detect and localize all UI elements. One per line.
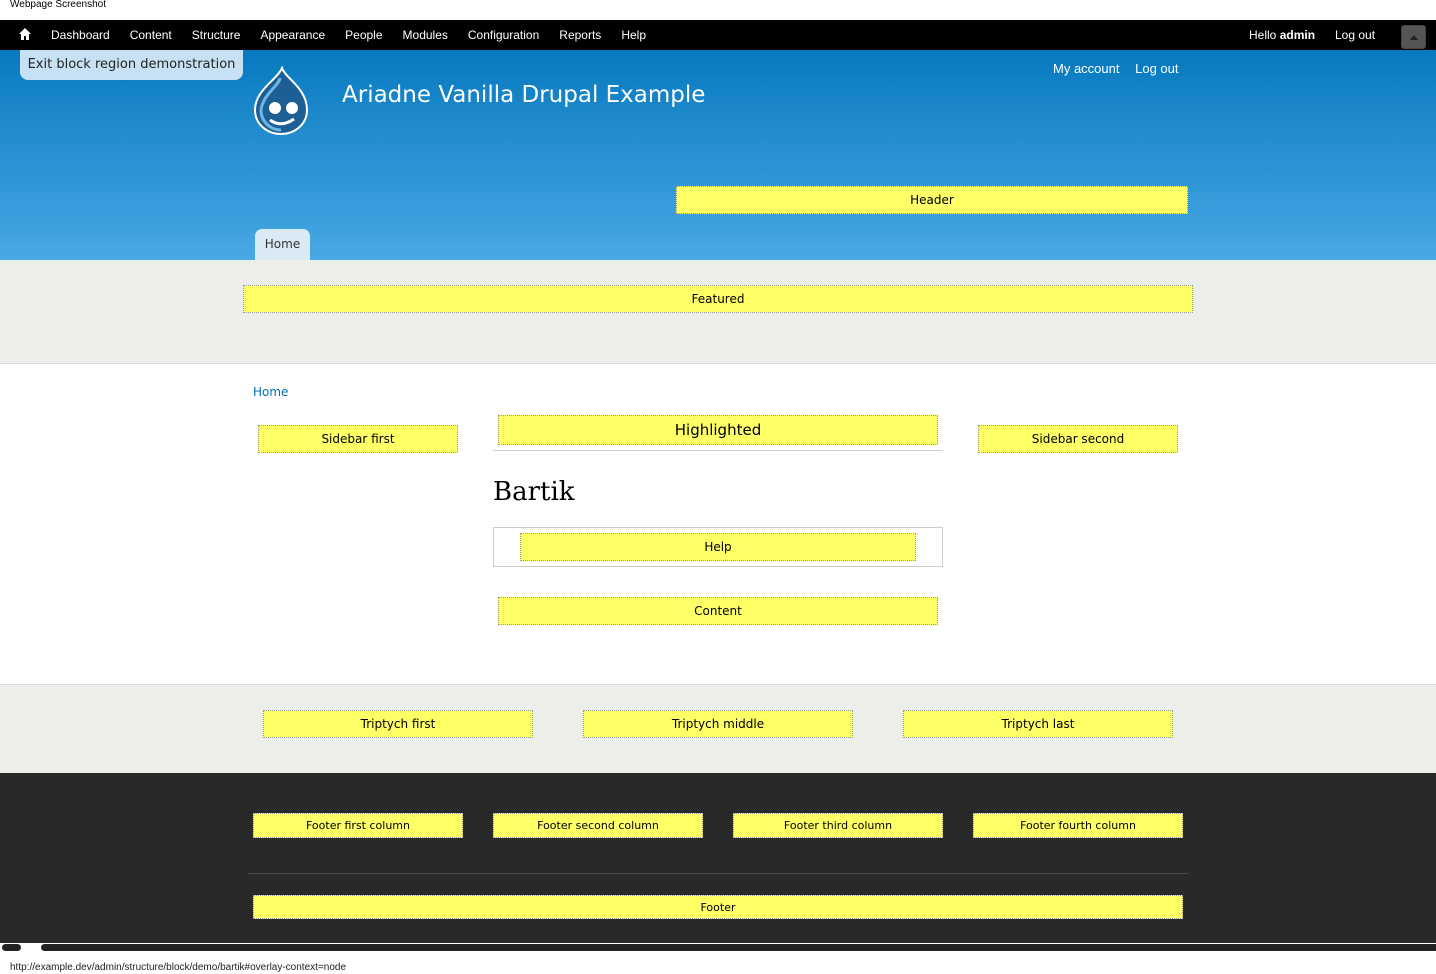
secondary-menu: My account Log out <box>1053 61 1190 76</box>
breadcrumb-home-link[interactable]: Home <box>253 385 288 399</box>
toolbar-menu: Dashboard Content Structure Appearance P… <box>41 20 656 50</box>
toolbar-item-structure[interactable]: Structure <box>182 28 251 42</box>
my-account-link[interactable]: My account <box>1053 61 1119 76</box>
toolbar-item-configuration[interactable]: Configuration <box>458 28 549 42</box>
main-menu-home-tab[interactable]: Home <box>255 229 310 260</box>
region-triptych-last: Triptych last <box>903 710 1173 738</box>
admin-toolbar: Dashboard Content Structure Appearance P… <box>0 20 1436 50</box>
region-footer-fourth-column: Footer fourth column <box>973 813 1183 838</box>
toolbar-item-modules[interactable]: Modules <box>393 28 458 42</box>
main-content-band <box>0 364 1436 684</box>
region-content: Content <box>498 597 938 625</box>
footer-divider <box>248 873 1188 874</box>
toolbar-drawer-toggle[interactable] <box>1401 25 1426 49</box>
logout-link[interactable]: Log out <box>1135 61 1178 76</box>
toolbar-item-content[interactable]: Content <box>120 28 182 42</box>
status-bar-url: http://example.dev/admin/structure/block… <box>10 962 347 973</box>
username-link[interactable]: admin <box>1280 28 1315 42</box>
user-greeting: Hello admin <box>1249 20 1315 50</box>
region-footer-second-column: Footer second column <box>493 813 703 838</box>
toolbar-logout-link[interactable]: Log out <box>1335 20 1375 50</box>
region-header: Header <box>676 186 1188 214</box>
exit-block-demo-button[interactable]: Exit block region demonstration <box>20 50 243 80</box>
toolbar-item-reports[interactable]: Reports <box>549 28 611 42</box>
scrollbar-thumb[interactable] <box>41 944 1436 951</box>
drupal-logo-icon[interactable] <box>249 66 313 136</box>
highlighted-divider <box>493 450 943 451</box>
region-footer-third-column: Footer third column <box>733 813 943 838</box>
region-help: Help <box>520 533 916 561</box>
greeting-prefix: Hello <box>1249 28 1280 42</box>
region-footer-first-column: Footer first column <box>253 813 463 838</box>
window-caption: Webpage Screenshot <box>0 0 1436 20</box>
site-name[interactable]: Ariadne Vanilla Drupal Example <box>342 82 705 108</box>
region-triptych-middle: Triptych middle <box>583 710 853 738</box>
toolbar-item-appearance[interactable]: Appearance <box>250 28 335 42</box>
home-icon[interactable] <box>18 27 32 41</box>
region-footer: Footer <box>253 895 1183 919</box>
scrollbar-left-segment[interactable] <box>2 944 21 951</box>
site-header <box>0 50 1436 260</box>
horizontal-scrollbar[interactable] <box>0 943 1436 953</box>
region-featured: Featured <box>243 285 1193 313</box>
region-sidebar-first: Sidebar first <box>258 425 458 453</box>
region-triptych-first: Triptych first <box>263 710 533 738</box>
toolbar-item-help[interactable]: Help <box>611 28 656 42</box>
region-sidebar-second: Sidebar second <box>978 425 1178 453</box>
toolbar-item-dashboard[interactable]: Dashboard <box>41 28 120 42</box>
toolbar-item-people[interactable]: People <box>335 28 392 42</box>
page-title: Bartik <box>493 477 575 507</box>
region-highlighted: Highlighted <box>498 415 938 445</box>
